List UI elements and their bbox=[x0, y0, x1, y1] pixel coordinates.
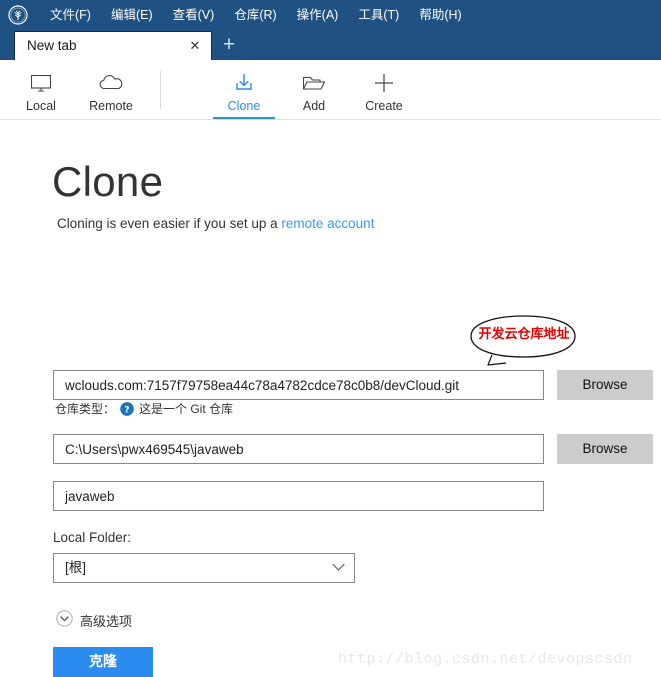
destination-path-row: Browse bbox=[53, 434, 653, 464]
subtitle-text: Cloning is even easier if you set up a bbox=[57, 216, 282, 231]
repository-type-value: 这是一个 Git 仓库 bbox=[139, 402, 234, 416]
browse-url-button[interactable]: Browse bbox=[557, 370, 653, 400]
source-url-input[interactable] bbox=[53, 370, 544, 400]
local-folder-select[interactable]: [根] bbox=[53, 553, 355, 583]
plus-icon[interactable]: + bbox=[212, 31, 246, 60]
local-folder-value: [根] bbox=[65, 560, 87, 575]
toolbar: Local Remote Clone Add Create bbox=[0, 60, 661, 120]
local-folder-label: Local Folder: bbox=[53, 530, 132, 545]
tab-new-tab[interactable]: New tab ✕ bbox=[14, 31, 212, 60]
toolbar-label-local: Local bbox=[26, 98, 56, 113]
monitor-icon bbox=[29, 70, 53, 96]
annotation-text: 开发云仓库地址 bbox=[478, 327, 570, 342]
advanced-options-label: 高级选项 bbox=[80, 613, 133, 629]
annotation-callout: 开发云仓库地址 bbox=[462, 314, 584, 366]
name-row bbox=[53, 481, 544, 511]
tab-strip: New tab ✕ + bbox=[0, 30, 661, 60]
tab-label: New tab bbox=[27, 38, 77, 53]
toolbar-active-indicator bbox=[213, 117, 275, 119]
menu-item-help[interactable]: 帮助(H) bbox=[409, 4, 471, 26]
toolbar-button-remote[interactable]: Remote bbox=[76, 60, 146, 119]
toolbar-button-clone[interactable]: Clone bbox=[209, 60, 279, 119]
remote-account-link[interactable]: remote account bbox=[281, 216, 374, 231]
menu-item-edit[interactable]: 编辑(E) bbox=[101, 4, 163, 26]
watermark: http://blog.csdn.net/devopscsdn bbox=[338, 651, 633, 668]
name-input[interactable] bbox=[53, 481, 544, 511]
plus-icon bbox=[373, 70, 395, 96]
menu-bar: 文件(F) 编辑(E) 查看(V) 仓库(R) 操作(A) 工具(T) 帮助(H… bbox=[40, 4, 472, 26]
toolbar-label-remote: Remote bbox=[89, 98, 133, 113]
clone-button[interactable]: 克隆 bbox=[53, 647, 153, 677]
menu-item-actions[interactable]: 操作(A) bbox=[287, 4, 349, 26]
title-bar: 文件(F) 编辑(E) 查看(V) 仓库(R) 操作(A) 工具(T) 帮助(H… bbox=[0, 0, 661, 30]
browse-destination-button[interactable]: Browse bbox=[557, 434, 653, 464]
page-title: Clone bbox=[52, 158, 164, 205]
chevron-down-icon bbox=[332, 559, 345, 577]
clone-page: Clone Cloning is even easier if you set … bbox=[0, 120, 661, 677]
repository-type-label: 仓库类型： bbox=[55, 402, 116, 416]
toolbar-button-create[interactable]: Create bbox=[349, 60, 419, 119]
toolbar-label-create: Create bbox=[365, 98, 403, 113]
chevron-down-circle-icon bbox=[56, 610, 73, 632]
page-subtitle: Cloning is even easier if you set up a r… bbox=[57, 215, 374, 233]
toolbar-divider bbox=[160, 70, 161, 109]
menu-item-file[interactable]: 文件(F) bbox=[40, 4, 101, 26]
menu-item-tools[interactable]: 工具(T) bbox=[348, 4, 409, 26]
svg-text:?: ? bbox=[125, 405, 130, 415]
open-folder-icon bbox=[301, 70, 327, 96]
cloud-icon bbox=[97, 70, 125, 96]
sourcetree-logo-icon bbox=[8, 5, 28, 25]
close-icon[interactable]: ✕ bbox=[187, 38, 203, 54]
toolbar-label-add: Add bbox=[302, 98, 326, 113]
toolbar-button-add[interactable]: Add bbox=[279, 60, 349, 119]
menu-item-repository[interactable]: 仓库(R) bbox=[224, 4, 286, 26]
source-url-row: Browse bbox=[53, 370, 653, 400]
advanced-options-toggle[interactable]: 高级选项 bbox=[56, 610, 132, 632]
repository-type-row: 仓库类型： ? 这是一个 Git 仓库 bbox=[55, 401, 233, 417]
toolbar-button-local[interactable]: Local bbox=[6, 60, 76, 119]
download-tray-icon bbox=[232, 70, 256, 96]
menu-item-view[interactable]: 查看(V) bbox=[163, 4, 225, 26]
toolbar-label-clone: Clone bbox=[227, 98, 261, 113]
hand-drawn-ellipse-icon bbox=[470, 315, 576, 366]
destination-path-input[interactable] bbox=[53, 434, 544, 464]
help-circle-icon[interactable]: ? bbox=[120, 402, 134, 416]
